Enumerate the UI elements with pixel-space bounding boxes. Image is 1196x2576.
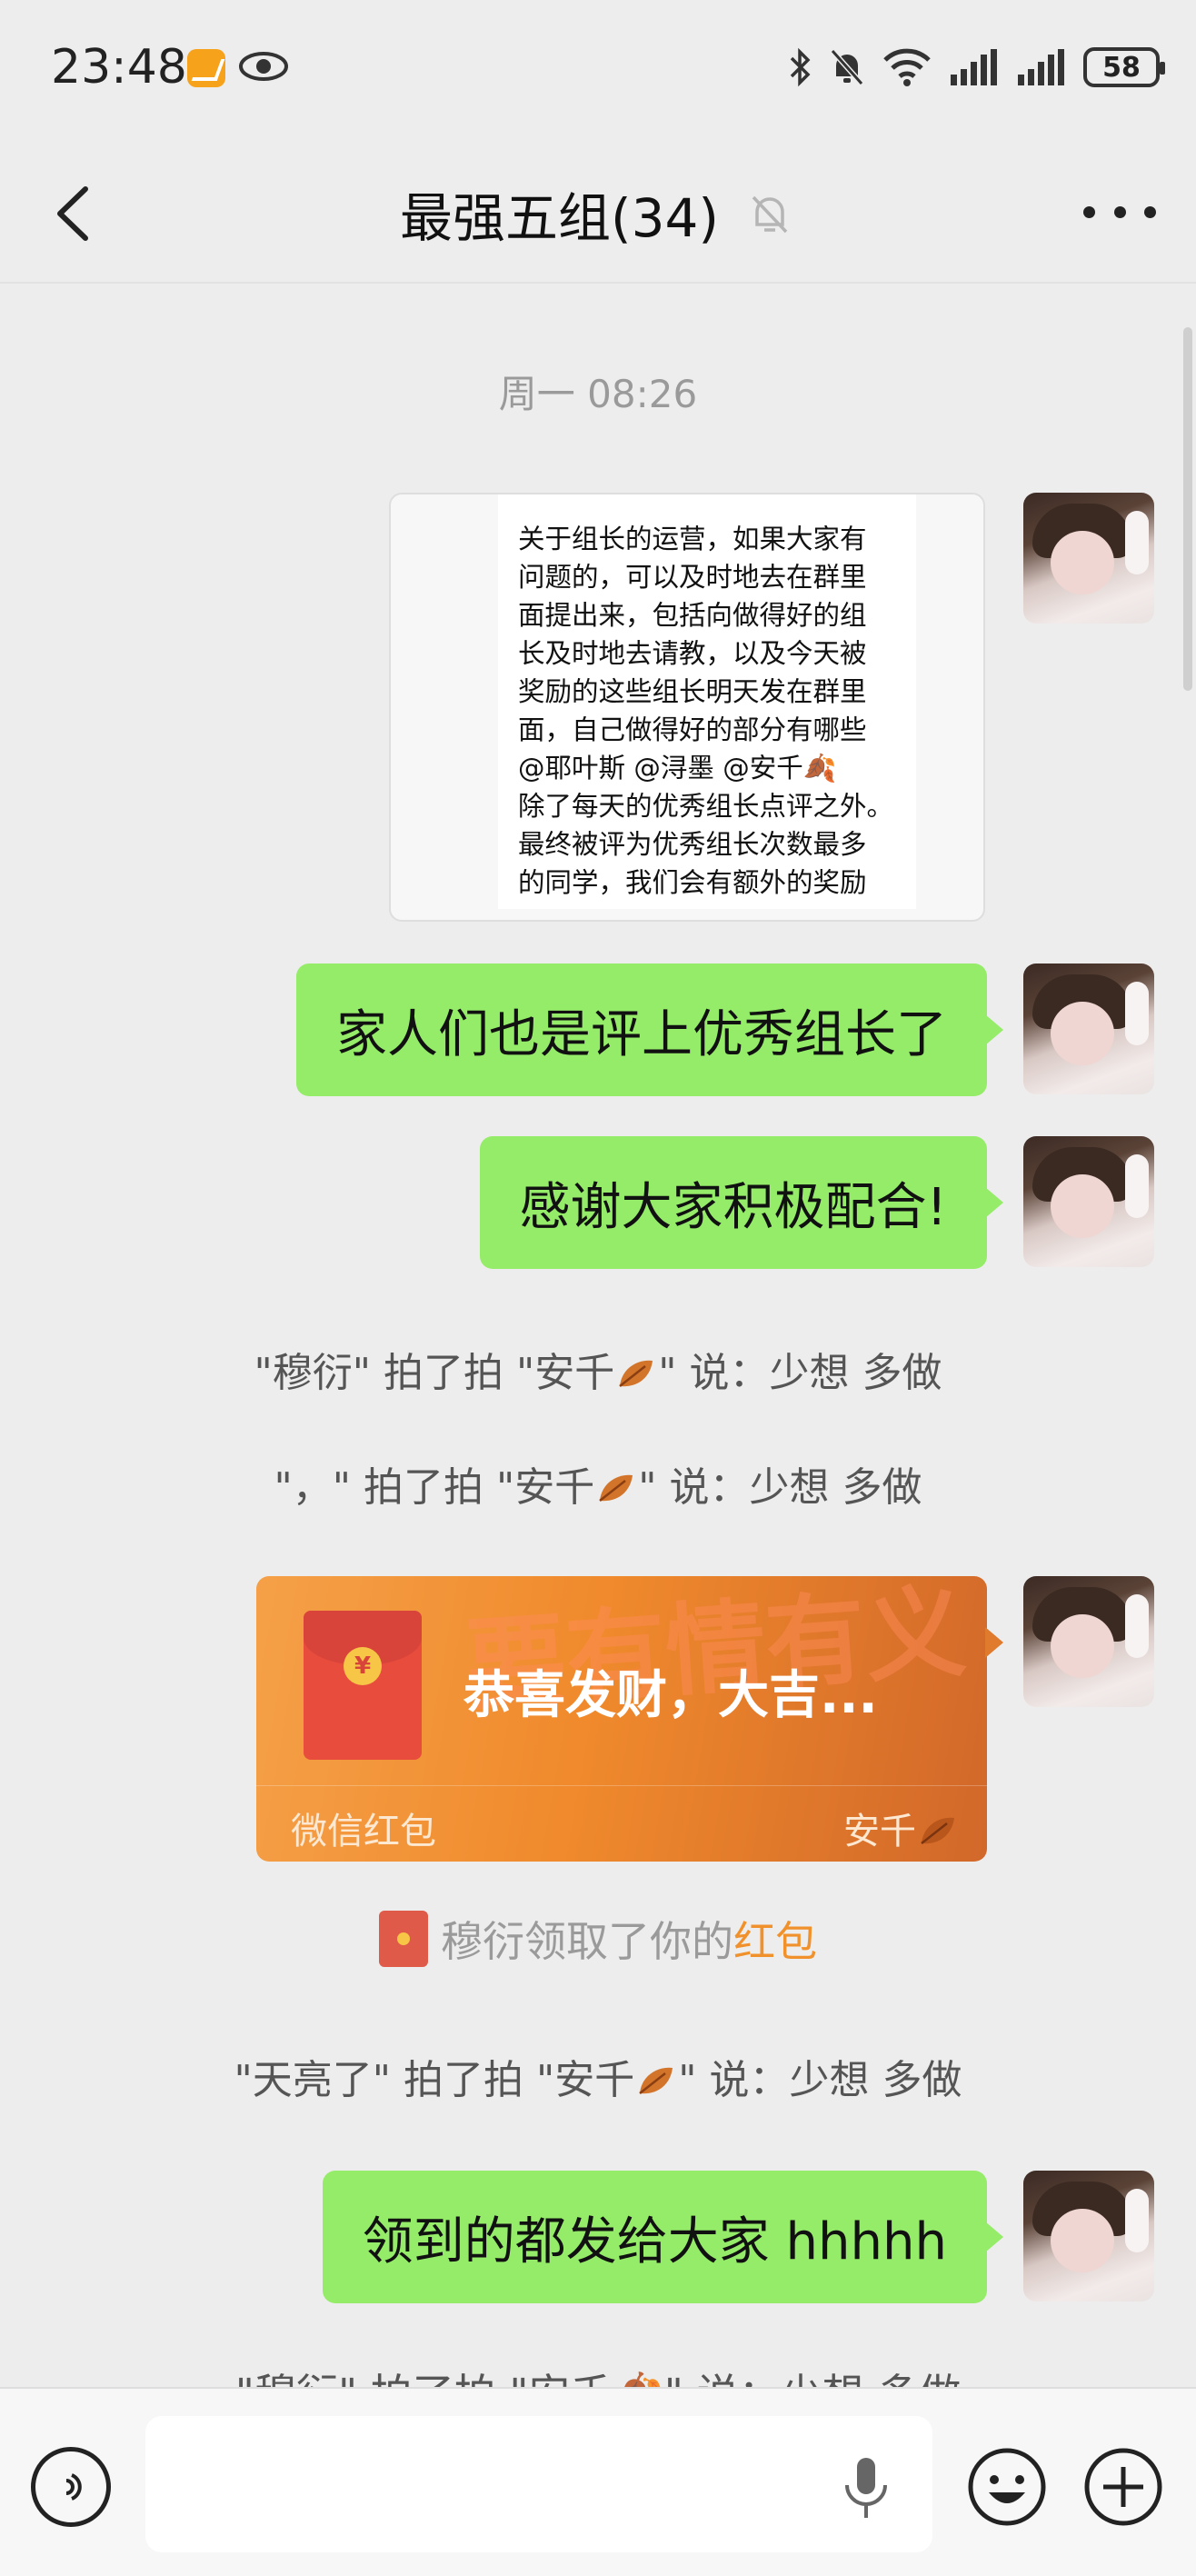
red-packet-label: 微信红包	[291, 1811, 436, 1852]
leaf-icon	[619, 1360, 653, 1387]
chat-header: 最强五组(34)	[0, 145, 1196, 282]
status-bar: 23:48 58	[0, 0, 1196, 145]
leaf-icon	[921, 1817, 954, 1844]
image-content: 关于组长的运营，如果大家有 问题的，可以及时地去在群里 面提出来，包括向做得好的…	[498, 494, 916, 909]
chat-title-wrap: 最强五组(34)	[400, 173, 793, 255]
chevron-left-icon[interactable]	[45, 182, 109, 245]
pat-suffix: " 说：少想 多做	[678, 2057, 962, 2103]
message-timestamp: 周一 08:26	[498, 372, 698, 416]
pat-notice: "穆衍" 拍了拍 "安千 " 说：少想 多做	[0, 1340, 1196, 1398]
voice-icon[interactable]	[31, 2447, 111, 2527]
emoji-icon[interactable]	[965, 2445, 1049, 2529]
signal-icon	[951, 49, 997, 85]
pat-suffix: " 说：少想 多做	[638, 1464, 922, 1511]
input-bar	[0, 2387, 1196, 2576]
image-text-line: 除了每天的优秀组长点评之外。	[518, 791, 894, 822]
wifi-icon	[883, 48, 931, 86]
avatar[interactable]	[1023, 2171, 1154, 2301]
image-text-line: 面，自己做得好的部分有哪些	[518, 714, 867, 745]
pat-prefix: "天亮了" 拍了拍 "安千	[234, 2057, 635, 2103]
image-text-line: 面提出来，包括向做得好的组	[518, 600, 867, 631]
image-text-line: @耶叶斯 @浔墨 @安千🍂	[518, 753, 837, 784]
message-bubble[interactable]: 家人们也是评上优秀组长了	[296, 964, 1003, 1096]
red-packet-sender-name: 安千	[843, 1811, 916, 1852]
red-packet-received-notice: 穆衍领取了你的红包	[0, 1909, 1196, 1969]
red-packet-icon: ¥	[304, 1611, 422, 1760]
plus-icon[interactable]	[1081, 2445, 1165, 2529]
red-packet-divider	[256, 1785, 987, 1786]
received-text: 穆衍领取了你的	[441, 1917, 733, 1966]
clock: 23:48	[51, 40, 187, 95]
coin-icon: ¥	[344, 1647, 382, 1685]
image-text-line: 奖励的这些组长明天发在群里	[518, 676, 867, 707]
image-text-line: 的同学，我们会有额外的奖励	[518, 867, 867, 898]
status-icons: 58	[789, 45, 1165, 89]
red-packet-sender: 安千	[843, 1802, 960, 1854]
app-badge-icon	[187, 49, 225, 87]
pat-notice: "，" 拍了拍 "安千 " 说：少想 多做	[0, 1454, 1196, 1513]
pat-prefix: "，" 拍了拍 "安千	[274, 1464, 595, 1511]
avatar[interactable]	[1023, 1136, 1154, 1267]
chat-title: 最强五组(34)	[400, 187, 720, 249]
pat-notice: "天亮了" 拍了拍 "安千 " 说：少想 多做	[0, 2047, 1196, 2105]
avatar[interactable]	[1023, 964, 1154, 1094]
red-packet-small-icon	[379, 1911, 428, 1967]
header-divider	[0, 282, 1196, 284]
image-message[interactable]: 关于组长的运营，如果大家有 问题的，可以及时地去在群里 面提出来，包括向做得好的…	[389, 493, 985, 922]
pat-prefix: "穆衍" 拍了拍 "安千	[254, 1350, 615, 1396]
avatar[interactable]	[1023, 1576, 1154, 1707]
battery-level: 58	[1102, 51, 1141, 84]
mute-bell-icon	[830, 49, 864, 85]
eye-icon	[239, 52, 288, 81]
image-text-line: 关于组长的运营，如果大家有	[518, 524, 867, 554]
message-bubble[interactable]: 领到的都发给大家 hhhhh	[322, 2171, 1004, 2303]
bluetooth-icon	[790, 47, 811, 87]
image-text-line: 问题的，可以及时地去在群里	[518, 562, 867, 593]
pat-suffix: " 说：少想 多做	[658, 1350, 942, 1396]
image-text-line: 最终被评为优秀组长次数最多	[518, 829, 867, 860]
leaf-icon	[639, 2067, 673, 2094]
red-packet-message[interactable]: 要有情有义 ¥ 恭喜发财，大吉... 微信红包 安千	[256, 1576, 987, 1862]
battery-icon: 58	[1083, 47, 1165, 87]
message-input[interactable]	[145, 2416, 932, 2552]
microphone-icon[interactable]	[834, 2452, 898, 2525]
red-packet-arrow	[985, 1627, 1003, 1658]
muted-bell-icon	[752, 195, 788, 234]
red-packet-link[interactable]: 红包	[733, 1917, 817, 1966]
image-text-line: 长及时地去请教，以及今天被	[518, 638, 867, 669]
avatar[interactable]	[1023, 493, 1154, 624]
leaf-icon	[599, 1474, 633, 1502]
message-bubble[interactable]: 感谢大家积极配合!	[479, 1136, 1004, 1269]
more-dots-icon[interactable]	[1083, 198, 1156, 225]
red-packet-title: 恭喜发财，大吉...	[463, 1666, 878, 1725]
signal-icon	[1018, 49, 1064, 85]
